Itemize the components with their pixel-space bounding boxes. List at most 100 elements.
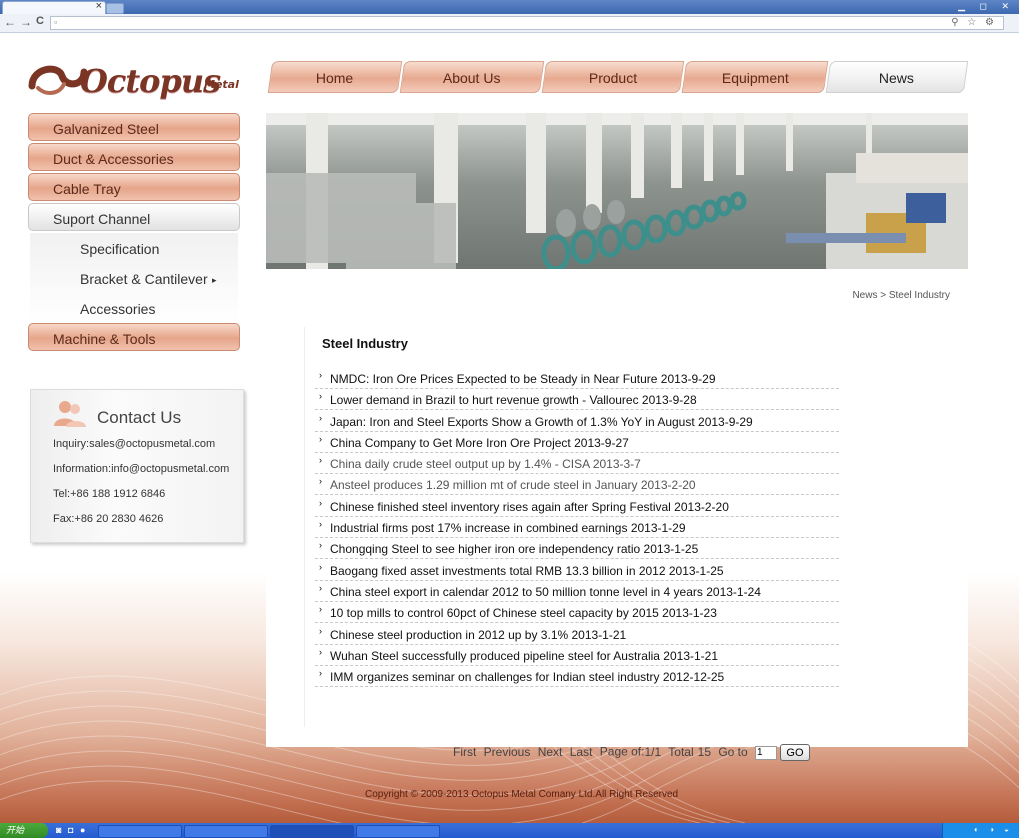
taskbar-button[interactable] <box>184 825 268 838</box>
nav-news-label: News <box>879 70 915 86</box>
side-item-machine-tools[interactable]: Machine & Tools <box>28 323 240 351</box>
news-link[interactable]: NMDC: Iron Ore Prices Expected to be Ste… <box>330 372 716 386</box>
submenu-item-accessories[interactable]: Accessories <box>80 301 155 317</box>
submenu: Specification Bracket & Cantilever ▸ Acc… <box>30 233 238 323</box>
news-link[interactable]: China daily crude steel output up by 1.4… <box>330 457 641 471</box>
new-tab-button[interactable] <box>106 3 124 14</box>
submenu-arrow-icon: ▸ <box>212 275 217 285</box>
taskbar-button[interactable] <box>98 825 182 838</box>
news-link[interactable]: China steel export in calendar 2012 to 5… <box>330 585 761 599</box>
pager-first[interactable]: First <box>453 745 476 759</box>
nav-equipment[interactable]: Equipment <box>681 61 829 93</box>
bullet-arrow-icon: › <box>319 476 322 487</box>
pager-page-value: 1/1 <box>644 744 662 759</box>
side-item-label: Galvanized Steel <box>53 121 159 137</box>
users-icon <box>54 401 86 427</box>
news-row: › Ansteel produces 1.29 million mt of cru… <box>315 475 839 496</box>
pager-next[interactable]: Next <box>538 745 563 759</box>
start-button[interactable]: 开始 <box>0 823 48 838</box>
address-bar[interactable]: ▫ ⚲ ☆ ⚙ <box>50 16 1004 30</box>
side-item-label: Suport Channel <box>53 211 151 227</box>
submenu-item-bracket-cantilever[interactable]: Bracket & Cantilever <box>80 271 208 287</box>
tray-icons[interactable]: ◐ ◑ ◒ <box>974 825 1013 834</box>
contact-information[interactable]: Information:info@octopusmetal.com <box>53 463 229 475</box>
breadcrumb[interactable]: News > Steel Industry <box>852 290 950 301</box>
bullet-arrow-icon: › <box>319 370 322 380</box>
news-link[interactable]: 10 top mills to control 60pct of Chinese… <box>330 606 717 620</box>
reload-icon[interactable]: C <box>36 15 44 27</box>
news-link[interactable]: Japan: Iron and Steel Exports Show a Gro… <box>330 415 753 429</box>
news-row: › Chinese finished steel inventory rises … <box>315 497 839 517</box>
bullet-arrow-icon: › <box>319 412 322 423</box>
side-item-label: Cable Tray <box>53 181 121 197</box>
side-item-cable-tray[interactable]: Cable Tray <box>28 173 240 201</box>
page-title: Steel Industry <box>322 336 408 351</box>
news-row: › IMM organizes seminar on challenges for… <box>315 667 839 688</box>
bullet-arrow-icon: › <box>319 455 322 466</box>
back-icon[interactable]: ← <box>4 15 16 29</box>
window-controls[interactable]: ▁ ◻ ✕ <box>958 1 1015 12</box>
quick-launch-icon[interactable]: ◘ <box>68 825 73 835</box>
bullet-arrow-icon: › <box>319 625 322 636</box>
factory-banner-image <box>266 113 968 269</box>
news-row: › China daily crude steel output up by 1.… <box>315 454 839 475</box>
nav-about-us-label: About Us <box>443 70 501 86</box>
browser-toolbar: ← → C ▫ ⚲ ☆ ⚙ <box>0 14 1019 33</box>
news-link[interactable]: Chinese steel production in 2012 up by 3… <box>330 628 626 642</box>
pager-page-label: Page of: <box>599 744 645 759</box>
browser-tab[interactable]: × <box>2 0 106 15</box>
side-item-label: Duct & Accessories <box>53 151 174 167</box>
bullet-arrow-icon: › <box>319 561 322 572</box>
pager-total-label: Total <box>668 744 694 759</box>
pager-total-value: 15 <box>697 744 711 759</box>
news-link[interactable]: IMM organizes seminar on challenges for … <box>330 670 724 684</box>
news-row: › China Company to Get More Iron Ore Proj… <box>315 433 839 453</box>
side-item-suport-channel[interactable]: Suport Channel <box>28 203 240 231</box>
submenu-item-specification[interactable]: Specification <box>80 241 159 257</box>
news-link[interactable]: Lower demand in Brazil to hurt revenue g… <box>330 393 697 407</box>
nav-product[interactable]: Product <box>541 61 685 93</box>
bullet-arrow-icon: › <box>319 519 322 530</box>
contact-title: Contact Us <box>97 408 182 427</box>
news-link[interactable]: China Company to Get More Iron Ore Proje… <box>330 436 629 450</box>
go-button[interactable]: GO <box>780 744 810 761</box>
taskbar-button-active[interactable] <box>270 825 354 838</box>
quick-launch-icon[interactable]: ● <box>80 825 85 835</box>
quick-launch-icon[interactable]: ◙ <box>56 825 61 835</box>
side-item-duct-accessories[interactable]: Duct & Accessories <box>28 143 240 171</box>
pagination: First Previous Next Last Page of:1/1 Tot… <box>453 744 810 761</box>
news-link[interactable]: Chongqing Steel to see higher iron ore i… <box>330 542 698 556</box>
forward-icon[interactable]: → <box>20 15 32 29</box>
pager-last[interactable]: Last <box>570 745 593 759</box>
side-item-galvanized-steel[interactable]: Galvanized Steel <box>28 113 240 141</box>
nav-home-label: Home <box>316 70 354 86</box>
logo-mark-icon <box>28 65 88 95</box>
news-link[interactable]: Ansteel produces 1.29 million mt of crud… <box>330 478 696 492</box>
page-icon: ▫ <box>54 17 58 27</box>
nav-home[interactable]: Home <box>267 61 403 93</box>
nav-product-label: Product <box>588 70 637 86</box>
nav-news[interactable]: News <box>825 61 969 93</box>
site-logo[interactable]: Octopus Metal <box>28 56 244 106</box>
bullet-arrow-icon: › <box>319 668 322 679</box>
pager-previous[interactable]: Previous <box>484 745 531 759</box>
news-link[interactable]: Chinese finished steel inventory rises a… <box>330 500 729 514</box>
news-link[interactable]: Wuhan Steel successfully produced pipeli… <box>330 649 718 663</box>
news-list: › NMDC: Iron Ore Prices Expected to be St… <box>315 369 839 688</box>
news-row: › Chongqing Steel to see higher iron ore … <box>315 539 839 560</box>
news-row: › Lower demand in Brazil to hurt revenue … <box>315 390 839 411</box>
close-tab-icon[interactable]: × <box>96 0 102 12</box>
bullet-arrow-icon: › <box>319 391 322 402</box>
contact-inquiry[interactable]: Inquiry:sales@octopusmetal.com <box>53 438 215 450</box>
bullet-arrow-icon: › <box>319 497 322 508</box>
search-icon[interactable]: ⚲ ☆ ⚙ <box>951 17 997 28</box>
news-row: › Chinese steel production in 2012 up by … <box>315 625 839 645</box>
taskbar-button[interactable] <box>356 825 440 838</box>
news-link[interactable]: Industrial firms post 17% increase in co… <box>330 521 686 535</box>
browser-tab-strip: × ▁ ◻ ✕ <box>0 0 1019 15</box>
nav-about-us[interactable]: About Us <box>399 61 545 93</box>
page-number-input[interactable] <box>755 745 778 760</box>
logo-text: Octopus <box>80 62 221 100</box>
news-link[interactable]: Baogang fixed asset investments total RM… <box>330 564 724 578</box>
os-taskbar: 开始 ◙ ◘ ● ◐ ◑ ◒ <box>0 823 1019 838</box>
